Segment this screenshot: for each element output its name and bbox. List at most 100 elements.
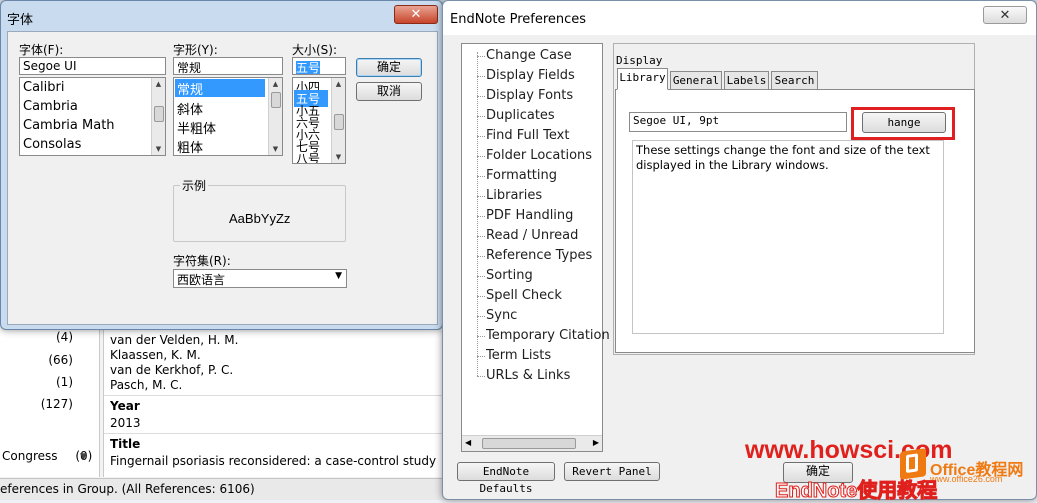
author-line: van de Kerkhof, P. C.: [110, 363, 234, 377]
font-style-list[interactable]: 常规 斜体 半粗体 粗体 ▲ ▼: [173, 77, 283, 156]
list-item[interactable]: 粗体: [177, 137, 203, 155]
title-value: Fingernail psoriasis reconsidered: a cas…: [110, 454, 437, 468]
size-list-scrollbar[interactable]: ▲ ▼: [331, 78, 345, 163]
nav-item-read-unread[interactable]: Read / Unread: [486, 228, 578, 243]
scroll-down-arrow-icon[interactable]: ▼: [269, 143, 282, 155]
nav-item-term-lists[interactable]: Term Lists: [486, 348, 551, 363]
tree-branch: [477, 356, 485, 357]
year-value: 2013: [110, 416, 141, 430]
tree-branch: [477, 196, 485, 197]
description-text: These settings change the font and size …: [632, 140, 944, 334]
charset-select[interactable]: 西欧语言 ▼: [173, 269, 347, 288]
nav-horizontal-scrollbar[interactable]: ◀ ▶: [462, 435, 602, 451]
font-style-field[interactable]: 常规: [173, 57, 283, 75]
author-line: Pasch, M. C.: [110, 378, 183, 392]
nav-item-sorting[interactable]: Sorting: [486, 268, 533, 283]
title-label: Title: [110, 437, 141, 451]
tree-branch: [477, 276, 485, 277]
nav-item-formatting[interactable]: Formatting: [486, 168, 557, 183]
list-item-selected[interactable]: 常规: [175, 79, 265, 98]
nav-item-change-case[interactable]: Change Case: [486, 48, 572, 63]
tab-labels[interactable]: Labels: [724, 71, 769, 89]
scroll-right-arrow-icon[interactable]: ▶: [593, 438, 599, 447]
nav-item-find-full-text[interactable]: Find Full Text: [486, 128, 569, 143]
list-item[interactable]: Calibri: [23, 80, 64, 95]
scroll-up-arrow-icon[interactable]: ▲: [269, 78, 282, 90]
tree-branch: [477, 216, 485, 217]
font-size-field[interactable]: 五号: [292, 57, 346, 75]
group-count[interactable]: (127): [41, 397, 73, 411]
endnote-preferences-dialog: EndNote Preferences ✕ Change Case Displa…: [442, 0, 1037, 500]
list-item[interactable]: Cambria: [23, 99, 78, 114]
group-count[interactable]: (4): [56, 330, 73, 344]
font-style-label: 字形(Y):: [173, 43, 218, 57]
group-count[interactable]: (1): [56, 375, 73, 389]
tree-branch: [477, 76, 485, 77]
watermark-brand-url: www.office26.com: [930, 474, 1003, 484]
font-family-field[interactable]: Segoe UI: [19, 57, 166, 75]
scroll-thumb[interactable]: [271, 92, 281, 108]
charset-value: 西欧语言: [177, 273, 226, 287]
ok-button[interactable]: 确定: [356, 58, 422, 77]
nav-item-sync[interactable]: Sync: [486, 308, 517, 323]
close-icon[interactable]: ✕: [394, 5, 438, 24]
nav-item-libraries[interactable]: Libraries: [486, 188, 542, 203]
reference-detail-panel: van der Velden, H. M. Klaassen, K. M. va…: [103, 325, 443, 477]
list-item[interactable]: Consolas: [23, 137, 81, 152]
scroll-thumb[interactable]: [154, 106, 164, 122]
font-family-list[interactable]: Calibri Cambria Cambria Math Consolas ▲ …: [19, 77, 166, 156]
scroll-thumb[interactable]: [334, 114, 344, 130]
scroll-up-arrow-icon[interactable]: ▲: [152, 78, 165, 90]
tree-branch: [477, 256, 485, 257]
tree-branch: [477, 156, 485, 157]
nav-item-display-fonts[interactable]: Display Fonts: [486, 88, 574, 103]
tree-branch: [477, 96, 485, 97]
list-item[interactable]: 八号: [296, 150, 320, 163]
tree-branch: [477, 56, 485, 57]
sample-text: AaBbYyZz: [229, 211, 291, 226]
year-label: Year: [110, 399, 140, 413]
nav-item-pdf-handling[interactable]: PDF Handling: [486, 208, 573, 223]
tab-library[interactable]: Library: [617, 68, 668, 90]
nav-item-spell-check[interactable]: Spell Check: [486, 288, 562, 303]
scroll-down-arrow-icon[interactable]: ▼: [80, 452, 87, 462]
divider: [104, 395, 443, 396]
tree-branch: [477, 236, 485, 237]
list-item[interactable]: 斜体: [177, 99, 203, 118]
tree-branch: [477, 176, 485, 177]
font-list-scrollbar[interactable]: ▲ ▼: [151, 78, 165, 155]
endnote-defaults-button[interactable]: EndNote Defaults: [457, 462, 555, 495]
font-size-label: 大小(S):: [292, 43, 338, 57]
list-item[interactable]: Cambria Math: [23, 118, 115, 133]
tree-branch: [477, 376, 485, 377]
list-item[interactable]: 半粗体: [177, 118, 216, 137]
tree-branch: [477, 136, 485, 137]
title-bar: EndNote Preferences ✕: [443, 1, 1036, 35]
status-bar: eferences in Group. (All References: 610…: [0, 478, 445, 500]
scroll-left-arrow-icon[interactable]: ◀: [465, 438, 471, 447]
style-list-scrollbar[interactable]: ▲ ▼: [268, 78, 282, 155]
close-icon[interactable]: ✕: [983, 6, 1027, 24]
scroll-up-arrow-icon[interactable]: ▲: [332, 78, 345, 90]
nav-item-urls-links[interactable]: URLs & Links: [486, 368, 570, 383]
revert-panel-button[interactable]: Revert Panel: [564, 462, 660, 481]
tab-search[interactable]: Search: [771, 71, 818, 89]
dialog-title: EndNote Preferences: [450, 12, 587, 27]
nav-item-folder-locations[interactable]: Folder Locations: [486, 148, 592, 163]
divider: [104, 433, 443, 434]
tree-branch: [477, 296, 485, 297]
tab-general[interactable]: General: [670, 71, 722, 89]
nav-item-duplicates[interactable]: Duplicates: [486, 108, 555, 123]
scroll-thumb[interactable]: [482, 438, 576, 449]
scroll-down-arrow-icon[interactable]: ▼: [332, 151, 345, 163]
font-size-list[interactable]: 小四 五号 小五 六号 小六 七号 八号 ▲ ▼: [292, 77, 346, 164]
nav-item-reference-types[interactable]: Reference Types: [486, 248, 592, 263]
scroll-down-arrow-icon[interactable]: ▼: [152, 143, 165, 155]
nav-item-display-fields[interactable]: Display Fields: [486, 68, 575, 83]
group-count[interactable]: (66): [48, 353, 73, 367]
nav-item-temporary-citation[interactable]: Temporary Citation: [486, 328, 610, 343]
cancel-button[interactable]: 取消: [356, 82, 422, 101]
tree-branch: [477, 116, 485, 117]
group-congress[interactable]: Congress (0): [2, 449, 92, 463]
group-congress-label: Congress: [2, 449, 58, 463]
